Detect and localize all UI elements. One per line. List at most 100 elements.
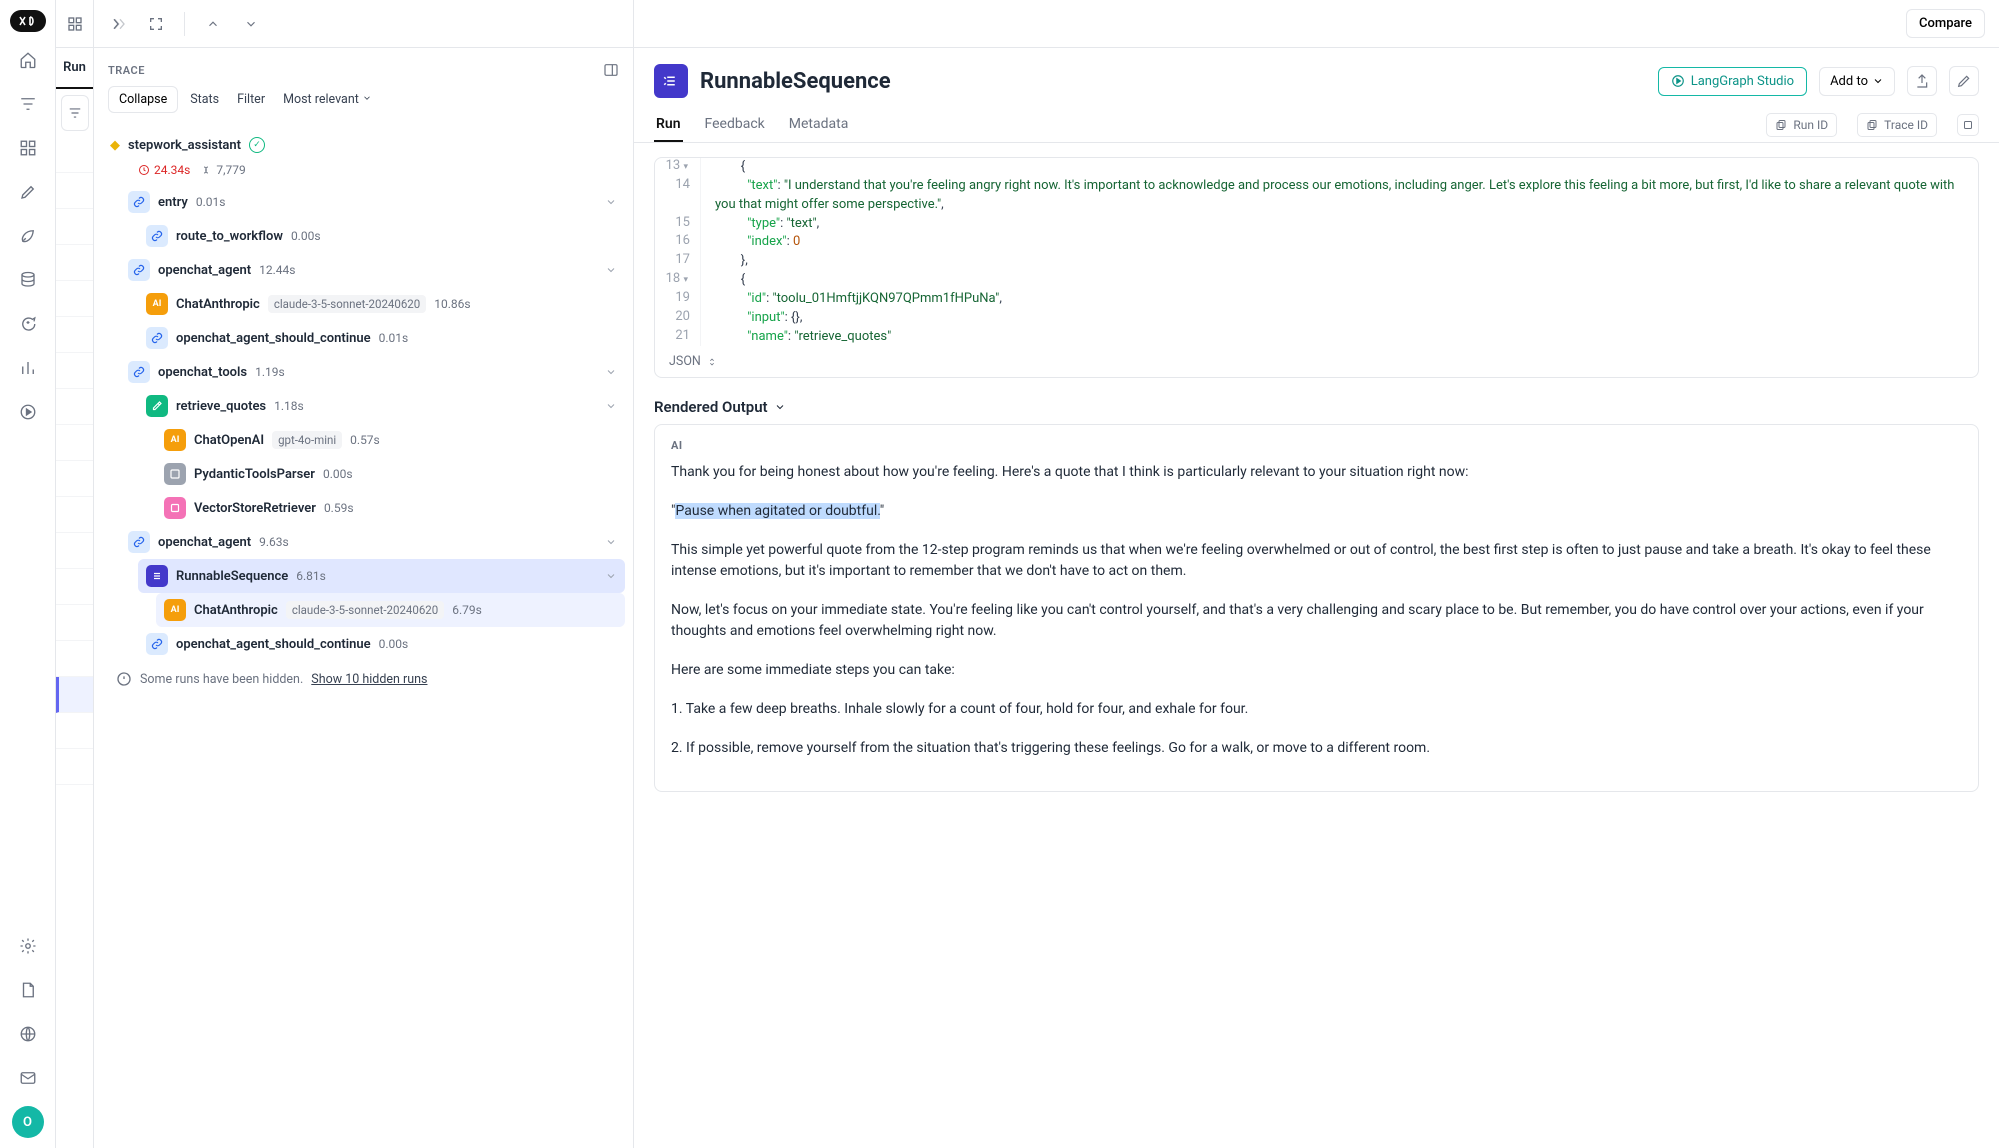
chat-icon: AI bbox=[164, 429, 186, 451]
rendered-output: AI Thank you for being honest about how … bbox=[654, 424, 1979, 792]
tab-run[interactable]: Run bbox=[654, 108, 683, 142]
gear-icon[interactable] bbox=[12, 930, 44, 962]
run-row[interactable] bbox=[56, 605, 93, 641]
trace-node[interactable]: openchat_tools 1.19s bbox=[120, 355, 625, 389]
edit-detail-icon[interactable] bbox=[1949, 66, 1979, 96]
rendered-output-header[interactable]: Rendered Output bbox=[634, 384, 1999, 424]
trace-id-chip[interactable]: Trace ID bbox=[1857, 113, 1937, 137]
run-row[interactable] bbox=[56, 389, 93, 425]
mail-icon[interactable] bbox=[12, 1062, 44, 1094]
grid-icon[interactable] bbox=[12, 132, 44, 164]
chevron-down-icon[interactable] bbox=[605, 264, 617, 276]
run-row[interactable] bbox=[56, 353, 93, 389]
trace-node[interactable]: AIChatAnthropicclaude-3-5-sonnet-2024062… bbox=[156, 593, 625, 627]
run-row[interactable] bbox=[56, 137, 93, 173]
chevron-down-icon[interactable] bbox=[605, 196, 617, 208]
trace-node[interactable]: retrieve_quotes1.18s bbox=[138, 389, 625, 423]
trace-node[interactable]: openchat_agent_should_continue0.01s bbox=[138, 321, 625, 355]
output-paragraph: This simple yet powerful quote from the … bbox=[671, 540, 1962, 582]
tab-metadata[interactable]: Metadata bbox=[787, 108, 851, 142]
trace-node[interactable]: AIChatAnthropicclaude-3-5-sonnet-2024062… bbox=[138, 287, 625, 321]
run-row[interactable] bbox=[56, 425, 93, 461]
run-row[interactable] bbox=[56, 281, 93, 317]
copy-icon[interactable] bbox=[1957, 114, 1979, 136]
tab-run-list[interactable]: Run bbox=[56, 48, 93, 89]
trace-node[interactable]: entry0.01s bbox=[120, 185, 625, 219]
run-row[interactable] bbox=[56, 749, 93, 785]
tab-feedback[interactable]: Feedback bbox=[703, 108, 767, 142]
trace-node[interactable]: AIChatOpenAIgpt-4o-mini0.57s bbox=[156, 423, 625, 457]
code-line: 15 "type": "text", bbox=[655, 215, 1978, 234]
langgraph-studio-button[interactable]: LangGraph Studio bbox=[1658, 67, 1807, 96]
run-row[interactable] bbox=[56, 533, 93, 569]
node-name: RunnableSequence bbox=[176, 569, 288, 584]
sort-button[interactable]: Most relevant bbox=[277, 87, 378, 112]
run-row[interactable] bbox=[56, 497, 93, 533]
node-name: openchat_tools bbox=[158, 365, 247, 380]
vec-icon bbox=[164, 497, 186, 519]
run-row[interactable] bbox=[56, 641, 93, 677]
trace-node[interactable]: openchat_agent_should_continue0.00s bbox=[138, 627, 625, 661]
home-icon[interactable] bbox=[12, 44, 44, 76]
trace-node[interactable]: VectorStoreRetriever0.59s bbox=[156, 491, 625, 525]
share-icon[interactable] bbox=[1907, 66, 1937, 96]
ai-label: AI bbox=[671, 439, 1962, 452]
prev-icon[interactable] bbox=[199, 10, 227, 38]
filter-button[interactable]: Filter bbox=[231, 87, 271, 112]
code-format-selector[interactable]: JSON bbox=[655, 346, 1978, 377]
chevron-down-icon[interactable] bbox=[605, 536, 617, 548]
trace-node[interactable]: route_to_workflow0.00s bbox=[138, 219, 625, 253]
run-row[interactable] bbox=[56, 713, 93, 749]
run-row[interactable] bbox=[56, 569, 93, 605]
node-name: ChatOpenAI bbox=[194, 433, 264, 448]
fullscreen-icon[interactable] bbox=[142, 10, 170, 38]
doc-icon[interactable] bbox=[12, 974, 44, 1006]
trace-node[interactable]: openchat_agent9.63s bbox=[120, 525, 625, 559]
chart-icon[interactable] bbox=[12, 352, 44, 384]
run-id-chip[interactable]: Run ID bbox=[1766, 113, 1837, 137]
run-row[interactable] bbox=[56, 461, 93, 497]
filter-icon[interactable] bbox=[12, 88, 44, 120]
parser-icon bbox=[164, 463, 186, 485]
secondary-column: Run bbox=[56, 0, 94, 1148]
node-name: retrieve_quotes bbox=[176, 399, 266, 414]
detail-panel: Compare RunnableSequence LangGraph Studi… bbox=[634, 0, 1999, 1148]
play-icon[interactable] bbox=[12, 396, 44, 428]
filter-toggle-icon[interactable] bbox=[61, 95, 89, 131]
trace-node[interactable]: openchat_agent12.44s bbox=[120, 253, 625, 287]
rocket-icon[interactable] bbox=[12, 220, 44, 252]
grid-small-icon[interactable] bbox=[67, 16, 83, 32]
trace-node[interactable]: RunnableSequence6.81s bbox=[138, 559, 625, 593]
show-hidden-link[interactable]: Show 10 hidden runs bbox=[311, 672, 427, 687]
node-duration: 10.86s bbox=[434, 297, 470, 311]
chevron-down-icon[interactable] bbox=[605, 366, 617, 378]
chevron-down-icon[interactable] bbox=[605, 400, 617, 412]
edit-icon[interactable] bbox=[12, 176, 44, 208]
database-icon[interactable] bbox=[12, 264, 44, 296]
node-duration: 1.19s bbox=[255, 365, 285, 379]
node-name: route_to_workflow bbox=[176, 229, 283, 244]
chat-icon: AI bbox=[146, 293, 168, 315]
trace-root[interactable]: ◆ stepwork_assistant ✓ bbox=[102, 131, 625, 159]
link-icon bbox=[128, 259, 150, 281]
collapse-button[interactable]: Collapse bbox=[108, 86, 178, 113]
comment-icon[interactable] bbox=[12, 308, 44, 340]
run-row[interactable] bbox=[56, 677, 93, 713]
panel-toggle-icon[interactable] bbox=[603, 62, 619, 78]
add-to-button[interactable]: Add to bbox=[1819, 67, 1895, 96]
code-line: 13 ▾ { bbox=[655, 158, 1978, 177]
run-row[interactable] bbox=[56, 245, 93, 281]
run-row[interactable] bbox=[56, 173, 93, 209]
chevron-down-icon[interactable] bbox=[605, 570, 617, 582]
trace-node[interactable]: PydanticToolsParser0.00s bbox=[156, 457, 625, 491]
avatar[interactable]: O bbox=[12, 1106, 44, 1138]
stats-button[interactable]: Stats bbox=[184, 87, 225, 112]
next-icon[interactable] bbox=[237, 10, 265, 38]
expand-right-icon[interactable] bbox=[104, 10, 132, 38]
globe-icon[interactable] bbox=[12, 1018, 44, 1050]
code-line: 14 "text": "I understand that you're fee… bbox=[655, 177, 1978, 215]
compare-button[interactable]: Compare bbox=[1906, 9, 1985, 38]
run-row[interactable] bbox=[56, 209, 93, 245]
run-row[interactable] bbox=[56, 317, 93, 353]
trace-title: TRACE bbox=[108, 64, 145, 77]
